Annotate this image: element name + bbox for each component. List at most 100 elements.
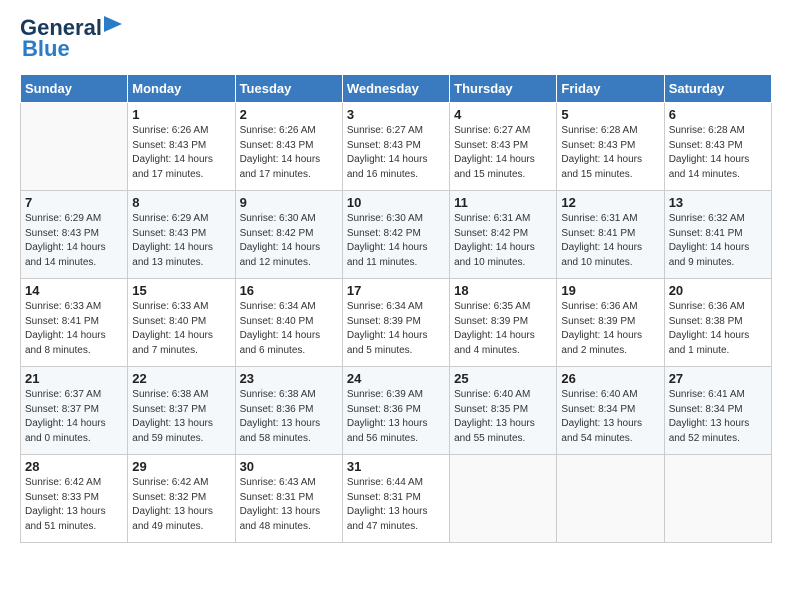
day-number: 13 — [669, 195, 767, 210]
day-info: Sunrise: 6:36 AMSunset: 8:39 PMDaylight:… — [561, 300, 659, 358]
day-info: Sunrise: 6:33 AMSunset: 8:41 PMDaylight:… — [25, 300, 123, 358]
day-info: Sunrise: 6:29 AMSunset: 8:43 PMDaylight:… — [132, 212, 230, 270]
calendar-cell: 25 Sunrise: 6:40 AMSunset: 8:35 PMDayligh… — [450, 367, 557, 455]
logo-arrow-icon — [104, 14, 126, 34]
calendar-cell: 31 Sunrise: 6:44 AMSunset: 8:31 PMDayligh… — [342, 455, 449, 543]
calendar-cell: 10 Sunrise: 6:30 AMSunset: 8:42 PMDayligh… — [342, 191, 449, 279]
day-info: Sunrise: 6:35 AMSunset: 8:39 PMDaylight:… — [454, 300, 552, 358]
calendar-cell: 23Sunrise: 6:38 AMSunset: 8:36 PMDayligh… — [235, 367, 342, 455]
day-info: Sunrise: 6:44 AMSunset: 8:31 PMDaylight:… — [347, 476, 445, 534]
day-number: 7 — [25, 195, 123, 210]
day-info: Sunrise: 6:37 AMSunset: 8:37 PMDaylight:… — [25, 388, 123, 446]
calendar-cell: 13 Sunrise: 6:32 AMSunset: 8:41 PMDayligh… — [664, 191, 771, 279]
day-number: 5 — [561, 107, 659, 122]
day-number: 21 — [25, 371, 123, 386]
calendar-cell: 15 Sunrise: 6:33 AMSunset: 8:40 PMDayligh… — [128, 279, 235, 367]
calendar-cell: 17 Sunrise: 6:34 AMSunset: 8:39 PMDayligh… — [342, 279, 449, 367]
calendar-cell: 14 Sunrise: 6:33 AMSunset: 8:41 PMDayligh… — [21, 279, 128, 367]
day-number: 16 — [240, 283, 338, 298]
day-info: Sunrise: 6:31 AMSunset: 8:42 PMDaylight:… — [454, 212, 552, 270]
day-number: 12 — [561, 195, 659, 210]
day-number: 23 — [240, 371, 338, 386]
calendar-cell: 6 Sunrise: 6:28 AMSunset: 8:43 PMDaylight… — [664, 103, 771, 191]
calendar-cell: 26 Sunrise: 6:40 AMSunset: 8:34 PMDayligh… — [557, 367, 664, 455]
day-info: Sunrise: 6:28 AMSunset: 8:43 PMDaylight:… — [561, 124, 659, 182]
day-info: Sunrise: 6:27 AMSunset: 8:43 PMDaylight:… — [454, 124, 552, 182]
day-number: 30 — [240, 459, 338, 474]
day-number: 20 — [669, 283, 767, 298]
day-number: 9 — [240, 195, 338, 210]
calendar-cell: 1 Sunrise: 6:26 AMSunset: 8:43 PMDaylight… — [128, 103, 235, 191]
day-number: 19 — [561, 283, 659, 298]
day-info: Sunrise: 6:29 AMSunset: 8:43 PMDaylight:… — [25, 212, 123, 270]
calendar-cell: 29 Sunrise: 6:42 AMSunset: 8:32 PMDayligh… — [128, 455, 235, 543]
day-info: Sunrise: 6:40 AMSunset: 8:34 PMDaylight:… — [561, 388, 659, 446]
calendar-cell: 7 Sunrise: 6:29 AMSunset: 8:43 PMDaylight… — [21, 191, 128, 279]
calendar-cell — [664, 455, 771, 543]
calendar-cell: 16 Sunrise: 6:34 AMSunset: 8:40 PMDayligh… — [235, 279, 342, 367]
calendar-cell: 3 Sunrise: 6:27 AMSunset: 8:43 PMDaylight… — [342, 103, 449, 191]
day-number: 1 — [132, 107, 230, 122]
day-info: Sunrise: 6:42 AMSunset: 8:33 PMDaylight:… — [25, 476, 123, 534]
day-info: Sunrise: 6:31 AMSunset: 8:41 PMDaylight:… — [561, 212, 659, 270]
calendar-cell: 24 Sunrise: 6:39 AMSunset: 8:36 PMDayligh… — [342, 367, 449, 455]
logo-blue: Blue — [22, 36, 70, 62]
calendar-cell — [21, 103, 128, 191]
calendar-cell: 28 Sunrise: 6:42 AMSunset: 8:33 PMDayligh… — [21, 455, 128, 543]
day-info: Sunrise: 6:27 AMSunset: 8:43 PMDaylight:… — [347, 124, 445, 182]
day-info: Sunrise: 6:32 AMSunset: 8:41 PMDaylight:… — [669, 212, 767, 270]
day-info: Sunrise: 6:28 AMSunset: 8:43 PMDaylight:… — [669, 124, 767, 182]
day-number: 22 — [132, 371, 230, 386]
weekday-header: Sunday — [21, 75, 128, 103]
day-info: Sunrise: 6:40 AMSunset: 8:35 PMDaylight:… — [454, 388, 552, 446]
calendar-cell: 11 Sunrise: 6:31 AMSunset: 8:42 PMDayligh… — [450, 191, 557, 279]
calendar-cell: 9Sunrise: 6:30 AMSunset: 8:42 PMDaylight… — [235, 191, 342, 279]
day-number: 15 — [132, 283, 230, 298]
calendar-cell: 12 Sunrise: 6:31 AMSunset: 8:41 PMDayligh… — [557, 191, 664, 279]
day-number: 14 — [25, 283, 123, 298]
weekday-header: Wednesday — [342, 75, 449, 103]
day-number: 24 — [347, 371, 445, 386]
day-number: 29 — [132, 459, 230, 474]
weekday-header: Saturday — [664, 75, 771, 103]
day-info: Sunrise: 6:30 AMSunset: 8:42 PMDaylight:… — [347, 212, 445, 270]
day-number: 3 — [347, 107, 445, 122]
calendar-cell: 5 Sunrise: 6:28 AMSunset: 8:43 PMDaylight… — [557, 103, 664, 191]
calendar-cell: 20Sunrise: 6:36 AMSunset: 8:38 PMDayligh… — [664, 279, 771, 367]
day-info: Sunrise: 6:26 AMSunset: 8:43 PMDaylight:… — [132, 124, 230, 182]
calendar-cell: 19 Sunrise: 6:36 AMSunset: 8:39 PMDayligh… — [557, 279, 664, 367]
day-info: Sunrise: 6:41 AMSunset: 8:34 PMDaylight:… — [669, 388, 767, 446]
page-header: General Blue — [20, 16, 772, 62]
day-number: 18 — [454, 283, 552, 298]
weekday-header: Tuesday — [235, 75, 342, 103]
day-number: 17 — [347, 283, 445, 298]
calendar-cell — [557, 455, 664, 543]
day-number: 6 — [669, 107, 767, 122]
weekday-header: Friday — [557, 75, 664, 103]
day-number: 11 — [454, 195, 552, 210]
day-info: Sunrise: 6:33 AMSunset: 8:40 PMDaylight:… — [132, 300, 230, 358]
weekday-header: Thursday — [450, 75, 557, 103]
calendar-cell: 21 Sunrise: 6:37 AMSunset: 8:37 PMDayligh… — [21, 367, 128, 455]
day-number: 10 — [347, 195, 445, 210]
calendar-table: SundayMondayTuesdayWednesdayThursdayFrid… — [20, 74, 772, 543]
day-info: Sunrise: 6:34 AMSunset: 8:39 PMDaylight:… — [347, 300, 445, 358]
day-info: Sunrise: 6:42 AMSunset: 8:32 PMDaylight:… — [132, 476, 230, 534]
day-number: 26 — [561, 371, 659, 386]
calendar-cell: 22 Sunrise: 6:38 AMSunset: 8:37 PMDayligh… — [128, 367, 235, 455]
calendar-cell: 30 Sunrise: 6:43 AMSunset: 8:31 PMDayligh… — [235, 455, 342, 543]
day-info: Sunrise: 6:38 AMSunset: 8:37 PMDaylight:… — [132, 388, 230, 446]
logo: General Blue — [20, 16, 126, 62]
calendar-cell: 27Sunrise: 6:41 AMSunset: 8:34 PMDayligh… — [664, 367, 771, 455]
day-info: Sunrise: 6:34 AMSunset: 8:40 PMDaylight:… — [240, 300, 338, 358]
day-number: 2 — [240, 107, 338, 122]
day-info: Sunrise: 6:39 AMSunset: 8:36 PMDaylight:… — [347, 388, 445, 446]
calendar-cell: 4Sunrise: 6:27 AMSunset: 8:43 PMDaylight… — [450, 103, 557, 191]
day-info: Sunrise: 6:43 AMSunset: 8:31 PMDaylight:… — [240, 476, 338, 534]
day-number: 31 — [347, 459, 445, 474]
day-number: 28 — [25, 459, 123, 474]
day-number: 25 — [454, 371, 552, 386]
calendar-cell: 2 Sunrise: 6:26 AMSunset: 8:43 PMDaylight… — [235, 103, 342, 191]
day-info: Sunrise: 6:26 AMSunset: 8:43 PMDaylight:… — [240, 124, 338, 182]
weekday-header: Monday — [128, 75, 235, 103]
